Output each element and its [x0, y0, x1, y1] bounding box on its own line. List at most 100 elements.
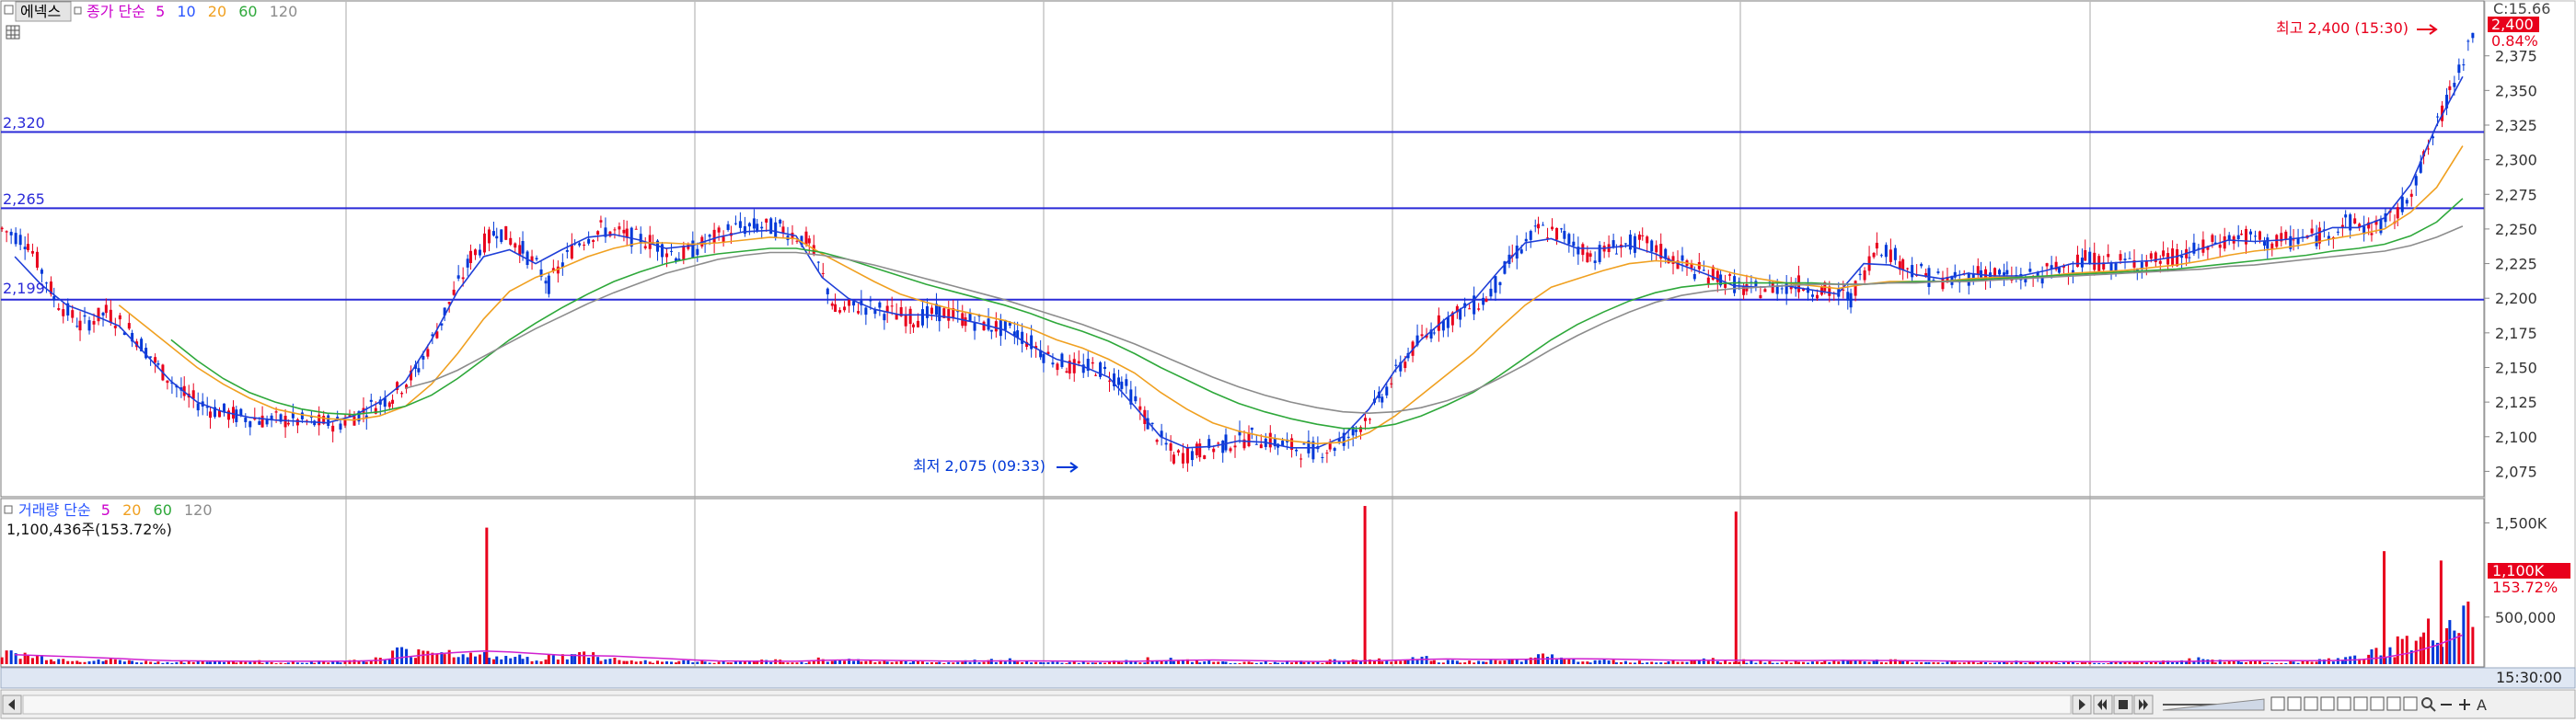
save-icon[interactable]: [2370, 696, 2385, 711]
price-candle: [2379, 218, 2383, 234]
font-size-icon[interactable]: A: [2477, 696, 2487, 714]
price-candle: [1733, 276, 1737, 293]
draw-icon[interactable]: [2320, 696, 2335, 711]
price-candle: [807, 238, 811, 244]
ma5-legend: 5: [156, 3, 165, 20]
volume-bar: [1602, 659, 1606, 664]
stop-button[interactable]: [2113, 694, 2133, 715]
rewind-button[interactable]: [2093, 694, 2113, 715]
price-candle: [156, 362, 160, 365]
price-candle: [1155, 440, 1159, 442]
chart-canvas[interactable]: 2,075 2,100 2,125 2,150 2,175 2,200 2,225 2,250…: [0, 0, 2576, 719]
price-candle: [1259, 444, 1263, 449]
volume-bar: [1728, 661, 1732, 664]
volume-bar: [1072, 661, 1076, 664]
price-candle: [795, 240, 799, 242]
price-candle: [1484, 298, 1488, 303]
settings-icon[interactable]: [2386, 696, 2401, 711]
price-candle: [504, 225, 508, 240]
price-candle: [1229, 448, 1232, 452]
copy-icon[interactable]: [2270, 696, 2285, 711]
price-candle: [352, 416, 356, 426]
price-candle: [1998, 270, 2002, 275]
volume-bar: [1993, 662, 1997, 664]
volume-bar: [30, 658, 34, 664]
volume-bar: [2310, 661, 2314, 664]
volume-bar: [2057, 663, 2061, 664]
price-panel[interactable]: [0, 0, 2485, 498]
volume-bar: [544, 660, 548, 664]
price-candle: [509, 237, 513, 245]
volume-bar: [495, 656, 499, 664]
price-candle: [127, 323, 131, 329]
volume-bar: [952, 662, 955, 664]
price-candle: [1628, 234, 1632, 250]
export-icon[interactable]: [2403, 696, 2418, 711]
volume-bar: [161, 662, 165, 664]
legend-toggle-icon[interactable]: [74, 6, 82, 15]
price-candle: [1217, 442, 1220, 444]
volume-bar: [807, 661, 811, 664]
price-candle: [670, 250, 674, 252]
volume-bar: [1103, 662, 1107, 664]
volume-bar: [343, 661, 347, 664]
price-candle: [665, 253, 669, 258]
price-candle: [1498, 281, 1502, 286]
price-candle: [461, 277, 465, 280]
volume-bar: [396, 647, 399, 664]
price-candle: [295, 419, 299, 426]
volume-bar: [613, 658, 617, 664]
volume-bar: [830, 660, 834, 664]
layout-icon[interactable]: [2287, 696, 2302, 711]
price-tick-label: 2,225: [2495, 256, 2537, 273]
price-candle: [78, 320, 82, 331]
volume-bar: [717, 661, 721, 664]
volume-bar: [1738, 661, 1741, 664]
price-candle: [634, 228, 638, 230]
duplicate-icon[interactable]: [2304, 696, 2318, 711]
volume-bar: [104, 660, 108, 664]
price-candle: [2409, 193, 2413, 197]
price-candle: [747, 223, 751, 227]
price-candle: [904, 315, 907, 327]
grid-icon[interactable]: [2337, 696, 2351, 711]
volume-bar: [1217, 661, 1220, 664]
price-candle: [1633, 235, 1636, 253]
volume-panel[interactable]: [0, 498, 2485, 668]
price-candle: [2400, 196, 2404, 212]
price-candle: [1815, 294, 1819, 299]
horizontal-scrollbar-track[interactable]: [22, 694, 2072, 715]
volume-bar: [286, 662, 290, 664]
volume-bar: [648, 661, 652, 664]
price-candle: [947, 309, 951, 321]
scroll-left-button[interactable]: [2, 694, 22, 715]
volume-bar: [1692, 660, 1696, 664]
print-icon[interactable]: [2353, 696, 2368, 711]
price-candle: [1300, 458, 1303, 460]
volume-bar: [435, 654, 439, 664]
volume-bar: [1281, 662, 1285, 664]
price-candle: [2453, 82, 2456, 87]
volume-bar: [786, 662, 790, 664]
volume-bar: [1555, 660, 1559, 664]
price-candle: [2149, 253, 2153, 259]
volume-bar: [1976, 662, 1980, 664]
price-legend-menu-icon[interactable]: [4, 5, 14, 15]
price-candle: [2028, 269, 2032, 272]
volume-bar: [911, 660, 915, 664]
price-candle: [1555, 227, 1559, 240]
grid-table-icon[interactable]: [6, 25, 20, 40]
volume-bar: [140, 662, 144, 664]
price-candle: [14, 233, 17, 245]
volume-bar: [2289, 661, 2293, 664]
scroll-right-button[interactable]: [2072, 694, 2092, 715]
volume-legend-menu-icon[interactable]: [4, 505, 13, 514]
volume-bar: [75, 660, 79, 664]
price-candle: [1650, 240, 1654, 252]
volume-bar: [1655, 662, 1658, 664]
volume-bar: [1763, 662, 1767, 664]
price-candle: [286, 422, 290, 425]
volume-bar: [1030, 662, 1034, 664]
price-legend-label: 종가 단순: [87, 3, 145, 20]
fast-forward-button[interactable]: [2133, 694, 2154, 715]
